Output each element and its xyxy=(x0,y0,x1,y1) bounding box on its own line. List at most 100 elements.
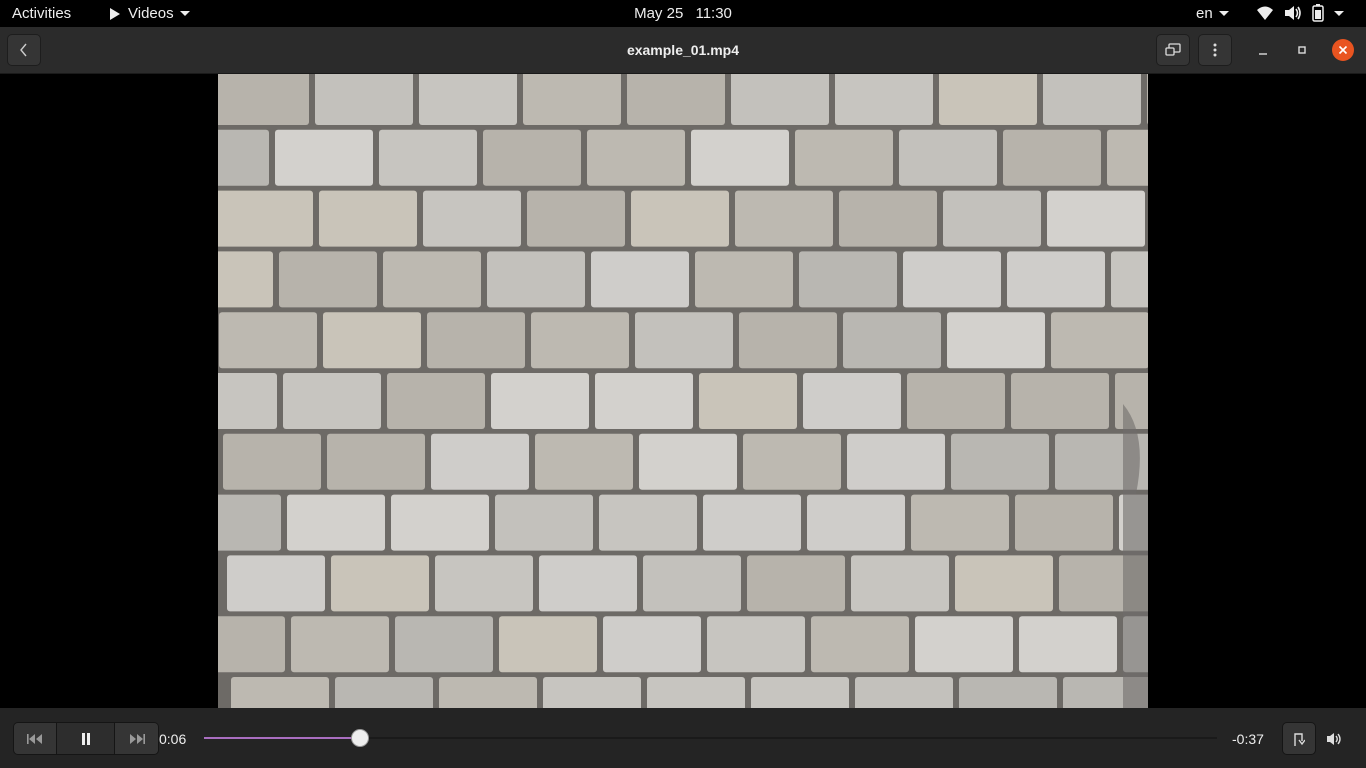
paving-tile xyxy=(543,677,641,708)
paving-tile xyxy=(1019,616,1117,673)
maximize-icon xyxy=(1298,46,1306,54)
paving-tile xyxy=(751,677,849,708)
paving-tile xyxy=(231,677,329,708)
paving-tile xyxy=(427,312,525,369)
paving-tile xyxy=(835,74,933,125)
wifi-icon xyxy=(1257,6,1273,20)
previous-icon xyxy=(27,733,42,744)
paving-tile xyxy=(323,312,421,369)
battery-icon xyxy=(1312,4,1324,22)
paving-tile xyxy=(423,190,521,247)
language-caret-icon xyxy=(1218,11,1229,16)
seek-bar[interactable] xyxy=(204,729,1217,747)
paving-tile xyxy=(851,555,949,612)
next-icon xyxy=(129,733,145,744)
clock-date: May 25 xyxy=(634,5,684,22)
paving-tile xyxy=(383,251,481,308)
paving-tile xyxy=(283,373,381,429)
paving-tile xyxy=(807,494,905,551)
paving-tile xyxy=(743,433,841,490)
paving-tile xyxy=(331,555,429,612)
paving-tile xyxy=(387,373,485,429)
paving-tile xyxy=(795,129,893,186)
paving-tile xyxy=(499,616,597,673)
minimize-icon xyxy=(1259,53,1267,55)
previous-button[interactable] xyxy=(14,723,57,754)
paving-tile xyxy=(431,433,529,490)
paving-tile xyxy=(811,616,909,673)
paving-tile xyxy=(531,312,629,369)
close-button[interactable] xyxy=(1332,39,1354,61)
paving-tile xyxy=(903,251,1001,308)
paving-tile xyxy=(218,190,313,247)
paving-tile xyxy=(395,616,493,673)
paving-tile xyxy=(643,555,741,612)
paving-tile xyxy=(951,433,1049,490)
seek-bar-handle[interactable] xyxy=(351,729,369,747)
paving-tile xyxy=(847,433,945,490)
pause-button[interactable] xyxy=(57,723,115,754)
paving-tile xyxy=(219,312,317,369)
maximize-button[interactable] xyxy=(1292,40,1312,60)
paving-tile xyxy=(855,677,953,708)
window-header-bar: example_01.mp4 xyxy=(0,27,1366,74)
paving-tile xyxy=(703,494,801,551)
paving-tile xyxy=(1147,74,1148,125)
paving-tile xyxy=(647,677,745,708)
paving-tile xyxy=(735,190,833,247)
volume-icon xyxy=(1327,733,1341,745)
transport-buttons xyxy=(13,722,159,755)
paving-tile xyxy=(635,312,733,369)
paving-tile xyxy=(335,677,433,708)
volume-button[interactable] xyxy=(1325,729,1345,749)
paving-tile xyxy=(1007,251,1105,308)
next-button[interactable] xyxy=(115,723,158,754)
paving-tile xyxy=(799,251,897,308)
paving-tile xyxy=(1047,190,1145,247)
paving-tile xyxy=(691,129,789,186)
paving-tile xyxy=(843,312,941,369)
language-label: en xyxy=(1196,5,1213,22)
pause-icon xyxy=(81,732,90,745)
system-status-menu[interactable] xyxy=(1256,4,1344,22)
paving-tile xyxy=(747,555,845,612)
paving-tile xyxy=(279,251,377,308)
rotate-icon xyxy=(1294,732,1305,746)
more-menu-icon xyxy=(1213,43,1217,57)
paving-tile xyxy=(1111,251,1148,308)
more-menu-button[interactable] xyxy=(1198,34,1232,66)
paving-tile xyxy=(911,494,1009,551)
paving-tile xyxy=(218,616,285,673)
stone-paving-video-image xyxy=(218,74,1148,708)
minimize-button[interactable] xyxy=(1253,40,1273,60)
close-icon xyxy=(1338,45,1348,55)
paving-tile xyxy=(627,74,725,125)
paving-tile xyxy=(907,373,1005,429)
rotate-button[interactable] xyxy=(1282,722,1316,755)
paving-tile xyxy=(587,129,685,186)
input-language-menu[interactable]: en xyxy=(1196,5,1229,22)
paving-tile xyxy=(631,190,729,247)
video-frame[interactable] xyxy=(218,74,1148,708)
paving-tile xyxy=(535,433,633,490)
picture-in-picture-icon xyxy=(1165,43,1181,56)
paving-tile xyxy=(523,74,621,125)
paving-tile xyxy=(731,74,829,125)
paving-tile xyxy=(591,251,689,308)
paving-tile xyxy=(391,494,489,551)
paving-tile xyxy=(491,373,589,429)
paving-tile xyxy=(695,251,793,308)
paving-tile xyxy=(218,251,273,308)
paving-tile xyxy=(315,74,413,125)
paving-tile xyxy=(699,373,797,429)
video-area[interactable] xyxy=(0,74,1366,708)
paving-tile xyxy=(218,74,309,125)
paving-tile xyxy=(275,129,373,186)
paving-tile xyxy=(1107,129,1148,186)
clock[interactable]: May 25 11:30 xyxy=(0,5,1366,22)
picture-in-picture-button[interactable] xyxy=(1156,34,1190,66)
paving-tile xyxy=(947,312,1045,369)
paving-tile xyxy=(915,616,1013,673)
paving-tile xyxy=(435,555,533,612)
paving-tile xyxy=(1011,373,1109,429)
